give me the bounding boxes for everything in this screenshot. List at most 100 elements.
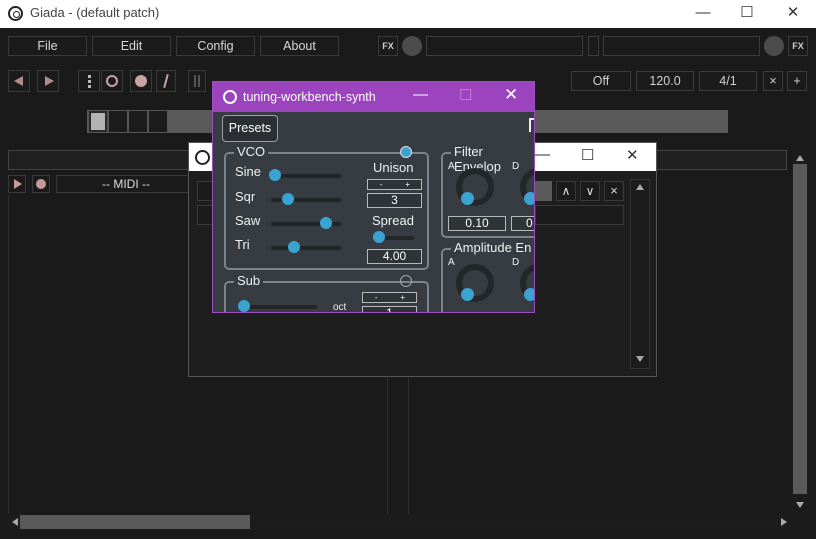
plugin-move-down-button[interactable]: ∨ [580,181,600,201]
maximize-button[interactable]: ☐ [724,0,770,28]
record-ring-icon [106,75,118,87]
tri-slider[interactable] [271,246,341,250]
input-volume-knob[interactable] [402,36,422,56]
record-input-button[interactable] [101,70,123,92]
amp-env-a-label: A [448,257,455,268]
filter-env-d-value[interactable]: 0 [511,216,534,231]
plugin-program-select[interactable] [535,181,552,201]
sub-level-handle[interactable] [238,300,250,312]
panel-edge-glyph [529,118,534,132]
plugin-move-up-button[interactable]: ∧ [556,181,576,201]
unison-minus-button[interactable]: - [368,180,395,189]
giada-logo-icon [223,90,237,104]
input-monitor-toggle[interactable] [588,36,599,56]
menu-about[interactable]: About [260,36,339,56]
output-meter [603,36,760,56]
saw-label: Saw [235,213,261,228]
plugin-list-scrollbar[interactable] [630,179,650,369]
sine-label: Sine [235,164,262,179]
tri-label: Tri [235,237,250,252]
sub-label: Sub [234,273,264,288]
sub-oct-value[interactable]: 1 [362,306,417,312]
amp-env-label: Amplitude En [451,240,534,255]
close-button[interactable]: ✕ [770,0,816,28]
main-vertical-scrollbar[interactable] [792,150,808,512]
vertical-scroll-thumb[interactable] [793,164,807,494]
record-actions-button[interactable] [130,70,152,92]
record-dot-icon [135,75,147,87]
sqr-label: Sqr [235,189,256,204]
play-button[interactable] [37,70,59,92]
sqr-slider-handle[interactable] [281,193,294,205]
channel-play-button[interactable] [8,175,26,193]
window-title: Giada - (default patch) [30,5,160,20]
plugin-list-maximize-button[interactable]: ☐ [581,146,594,164]
minimize-button[interactable]: — [680,0,726,28]
sub-oct-stepper[interactable]: - + [362,292,417,303]
plugin-add-field[interactable] [535,205,624,225]
unison-value[interactable]: 3 [367,193,422,208]
vco-label: VCO [234,144,269,159]
unison-label: Unison [373,160,414,175]
output-fx-button[interactable]: FX [788,36,808,56]
action-menu-button[interactable] [78,70,100,92]
input-fx-button[interactable]: FX [378,36,398,56]
scroll-left-icon [12,518,18,526]
rewind-icon [14,76,23,86]
bpm-button[interactable]: 120.0 [636,71,694,91]
metronome-icon [163,73,169,89]
sub-power-icon[interactable] [400,275,412,287]
meter-button[interactable]: 4/1 [699,71,757,91]
rewind-button[interactable] [8,70,30,92]
unison-plus-button[interactable]: + [395,180,422,189]
quantize-select[interactable]: Off [571,71,631,91]
channel-arm-button[interactable] [32,175,50,193]
spread-slider-handle[interactable] [373,231,385,243]
vco-power-icon[interactable] [400,146,412,158]
amp-env-d-label: D [512,257,520,268]
filter-env-label: Filter Envelop [451,144,534,174]
sub-oct-label: oct [333,302,347,313]
main-horizontal-scrollbar[interactable] [8,514,792,530]
synth-title: tuning-workbench-synth [243,90,376,104]
window-titlebar: Giada - (default patch) — ☐ ✕ [0,0,816,28]
amp-env-a-handle[interactable] [461,288,474,301]
sub-oct-minus-button[interactable]: - [363,293,390,302]
beat-step [148,110,168,133]
metronome-button[interactable] [156,70,176,92]
presets-button[interactable]: Presets [222,115,278,142]
output-volume-knob[interactable] [764,36,784,56]
synth-plugin-window: tuning-workbench-synth — ☐ ✕ Presets VCO… [212,81,535,313]
filter-env-a-handle[interactable] [461,192,474,205]
sub-oct-plus-button[interactable]: + [390,293,417,302]
pause-toggle[interactable] [188,70,206,92]
synth-minimize-button[interactable]: — [413,86,428,103]
menu-edit[interactable]: Edit [92,36,171,56]
sine-slider[interactable] [271,174,341,178]
sine-slider-handle[interactable] [269,169,281,181]
spread-label: Spread [372,213,414,228]
amp-env-d-handle[interactable] [524,288,534,301]
unison-stepper[interactable]: - + [367,179,422,190]
sub-level-slider[interactable] [243,305,317,309]
filter-env-d-handle[interactable] [524,192,534,205]
plugin-remove-button[interactable]: × [604,181,624,201]
add-column-button[interactable]: + [787,71,807,91]
beat-step [128,110,148,133]
input-meter [426,36,583,56]
giada-logo-icon [8,6,23,21]
filter-env-a-value[interactable]: 0.10 [448,216,506,231]
plugin-list-minimize-button[interactable]: — [535,146,550,163]
synth-maximize-button[interactable]: ☐ [459,86,472,104]
plugin-list-close-button[interactable]: ✕ [626,146,639,164]
synth-close-button[interactable]: ✕ [504,85,518,105]
channel-midi-button[interactable]: -- MIDI -- [56,175,196,193]
remove-column-button[interactable]: × [763,71,783,91]
filter-env-d-label: D [512,161,520,172]
horizontal-scroll-thumb[interactable] [20,515,250,529]
scroll-up-icon [796,155,804,161]
menu-config[interactable]: Config [176,36,255,56]
spread-value[interactable]: 4.00 [367,249,422,264]
giada-logo-icon [195,150,210,165]
menu-file[interactable]: File [8,36,87,56]
